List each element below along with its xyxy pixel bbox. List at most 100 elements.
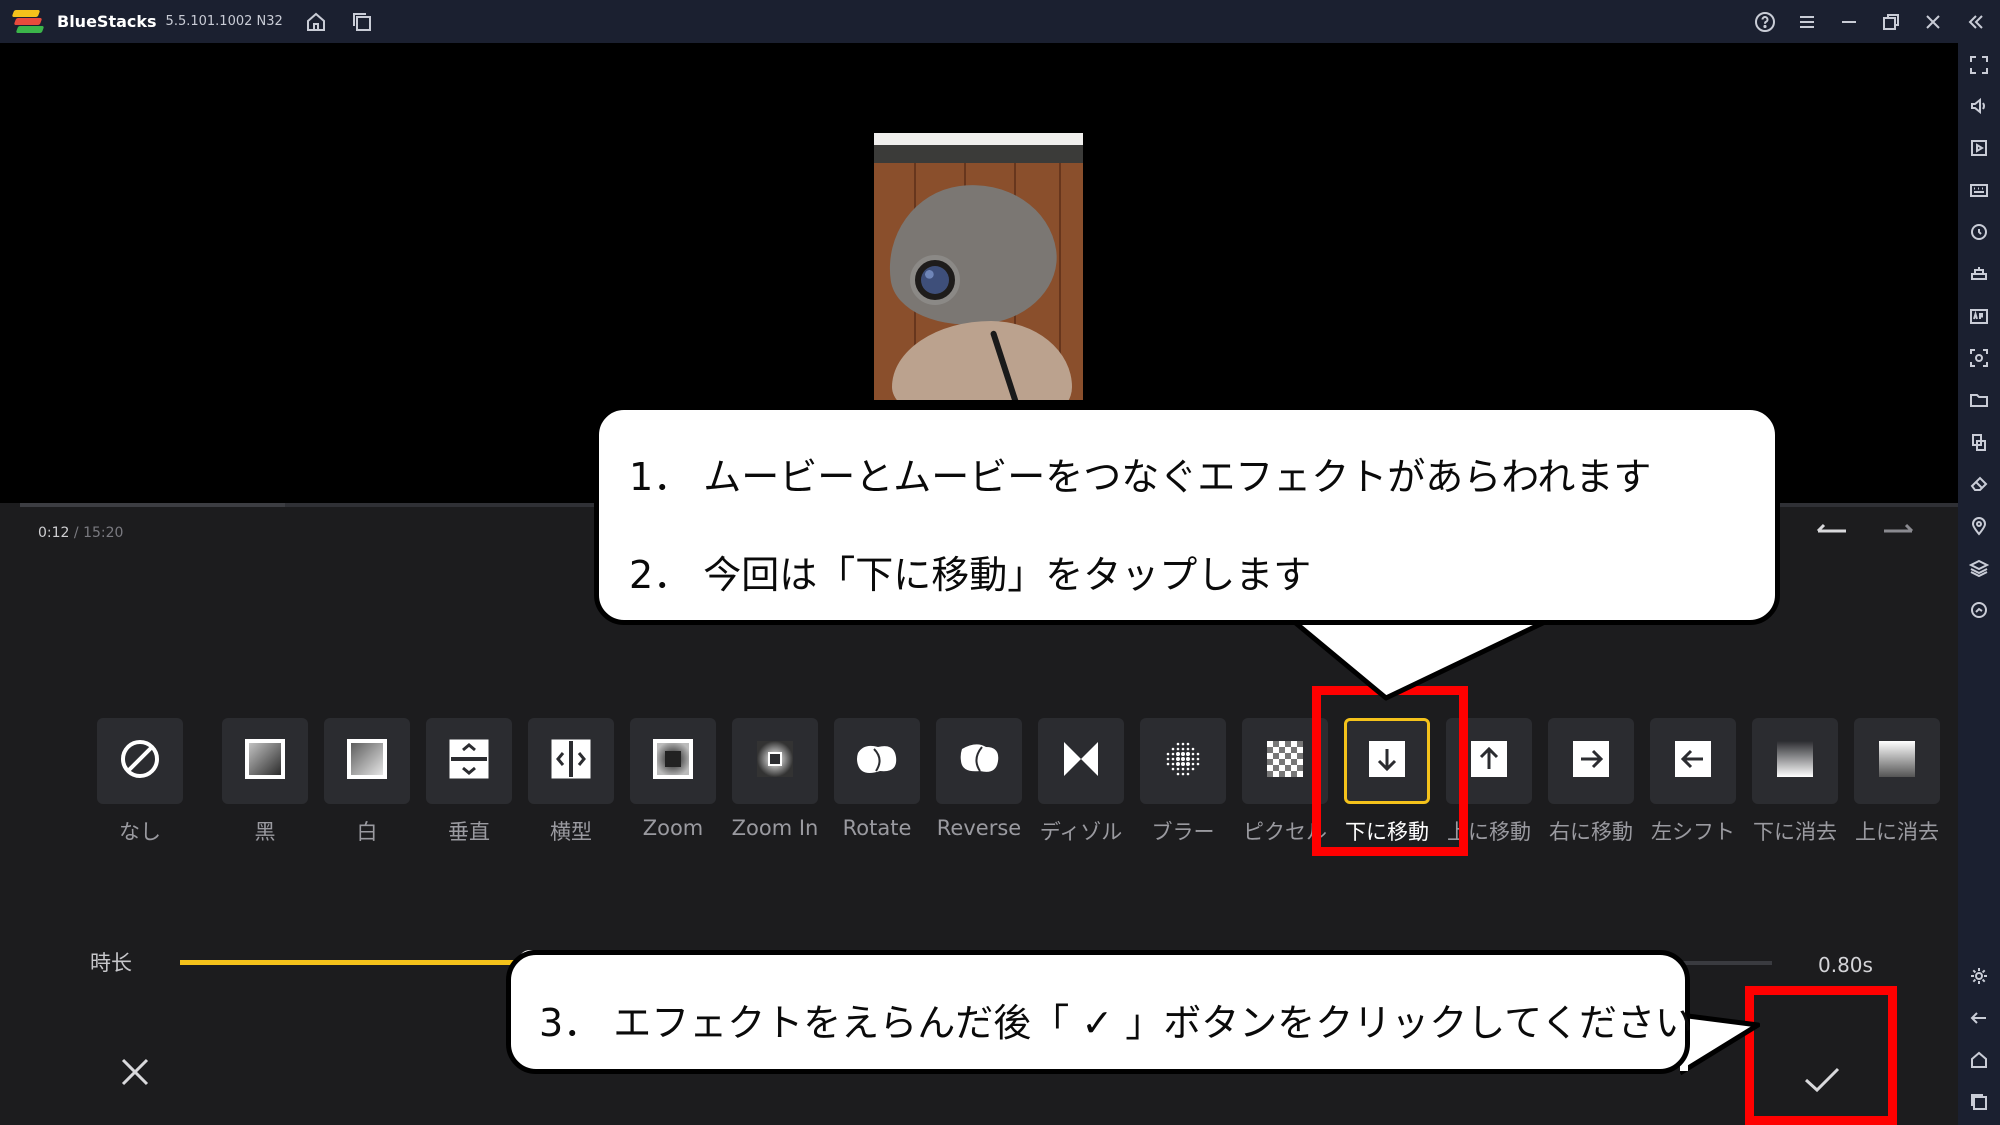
redo-icon[interactable]: [1878, 521, 1918, 545]
media-icon[interactable]: [1967, 136, 1991, 160]
collapse-sidebar-icon[interactable]: [1962, 9, 1988, 35]
right-sidebar: [1958, 43, 2000, 1125]
transition-label: 垂直: [448, 820, 490, 844]
transition-label: 上に消去: [1855, 820, 1939, 844]
transition-label: 左シフト: [1651, 820, 1735, 844]
macro-icon[interactable]: [1967, 262, 1991, 286]
transition-item[interactable]: なし: [94, 716, 186, 846]
close-window-icon[interactable]: [1920, 9, 1946, 35]
help-icon[interactable]: [1752, 9, 1778, 35]
transition-item[interactable]: 上に消去: [1851, 716, 1943, 846]
apk-icon[interactable]: [1967, 304, 1991, 328]
video-thumbnail[interactable]: [874, 133, 1083, 400]
arrow-right-icon: [1570, 738, 1612, 784]
cancel-close-icon[interactable]: [118, 1055, 152, 1089]
transition-label: 右に移動: [1549, 820, 1633, 844]
callout-bubble-step-3: 3． エフェクトをえらんだ後「 ✓ 」ボタンをクリックしてください: [506, 950, 1693, 1074]
rotate-screen-icon[interactable]: [1967, 220, 1991, 244]
transition-thumbnail[interactable]: [97, 718, 183, 804]
callout-step-2: 2． 今回は「下に移動」をタップします: [629, 553, 1312, 597]
transition-item[interactable]: Zoom In: [729, 716, 821, 846]
volume-icon[interactable]: [1967, 94, 1991, 118]
duration-value: 0.80s: [1818, 953, 1873, 977]
transition-thumbnail[interactable]: [222, 718, 308, 804]
transition-thumbnail[interactable]: [324, 718, 410, 804]
android-home-icon[interactable]: [1967, 1048, 1991, 1072]
recent-apps-icon[interactable]: [1967, 1090, 1991, 1114]
restore-icon[interactable]: [1878, 9, 1904, 35]
arrow-up-icon: [1468, 738, 1510, 784]
transition-item[interactable]: Rotate: [831, 716, 923, 846]
transition-item[interactable]: 白: [321, 716, 413, 846]
transition-thumbnail[interactable]: [528, 718, 614, 804]
keyboard-icon[interactable]: [1967, 178, 1991, 202]
menu-icon[interactable]: [1794, 9, 1820, 35]
pixel-icon: [1264, 738, 1306, 784]
copy-icon[interactable]: [1967, 430, 1991, 454]
dissolve-icon: [1060, 738, 1102, 784]
transition-item[interactable]: 左シフト: [1647, 716, 1739, 846]
settings-icon[interactable]: [1967, 964, 1991, 988]
vertical-split-icon: [448, 738, 490, 784]
folder-icon[interactable]: [1967, 388, 1991, 412]
transition-thumbnail[interactable]: [1140, 718, 1226, 804]
title-bar: BlueStacks 5.5.101.1002 N32: [0, 0, 2000, 43]
transition-item[interactable]: Zoom: [627, 716, 719, 846]
zoom-in-icon: [754, 738, 796, 784]
transition-item[interactable]: Reverse: [933, 716, 1025, 846]
wipe-up-icon: [1876, 738, 1918, 784]
transition-thumbnail[interactable]: [732, 718, 818, 804]
back-icon[interactable]: [1967, 1006, 1991, 1030]
transition-item[interactable]: 右に移動: [1545, 716, 1637, 846]
wipe-down-icon: [1774, 738, 1816, 784]
transition-item[interactable]: 黑: [219, 716, 311, 846]
home-icon[interactable]: [303, 9, 329, 35]
minimize-icon[interactable]: [1836, 9, 1862, 35]
transition-thumbnail[interactable]: [1548, 718, 1634, 804]
eco-mode-icon[interactable]: [1967, 598, 1991, 622]
bluestacks-logo-icon: [11, 9, 45, 34]
blur-icon: [1162, 738, 1204, 784]
transition-thumbnail[interactable]: [1752, 718, 1838, 804]
fade-white-icon: [346, 738, 388, 784]
callout-step-1: 1． ムービーとムービーをつなぐエフェクトがあらわれます: [629, 455, 1652, 499]
transition-item[interactable]: 下に消去: [1749, 716, 1841, 846]
fullscreen-icon[interactable]: [1967, 53, 1991, 77]
zoom-icon: [652, 738, 694, 784]
callout-1-tail: [1278, 610, 1572, 701]
eraser-icon[interactable]: [1967, 472, 1991, 496]
transition-thumbnail[interactable]: [630, 718, 716, 804]
transition-item[interactable]: ディゾル: [1035, 716, 1127, 846]
app-version: 5.5.101.1002 N32: [165, 14, 283, 29]
transition-thumbnail[interactable]: [834, 718, 920, 804]
horizontal-split-icon: [550, 738, 592, 784]
transition-label: 横型: [550, 820, 592, 844]
transition-thumbnail[interactable]: [936, 718, 1022, 804]
duration-label: 時长: [90, 951, 132, 975]
transition-item[interactable]: 横型: [525, 716, 617, 846]
screenshot-icon[interactable]: [1967, 346, 1991, 370]
location-icon[interactable]: [1967, 514, 1991, 538]
transition-list: なし黑白垂直 横型 Zoom Zoom In Rotate Reverse ディゾル ブラーピ…: [94, 716, 1944, 846]
duration-slider-fill: [180, 960, 530, 965]
transition-thumbnail[interactable]: [426, 718, 512, 804]
transition-thumbnail[interactable]: [1650, 718, 1736, 804]
timeline-progress: [20, 503, 285, 507]
transition-label: 白: [356, 820, 378, 844]
arrow-left-icon: [1672, 738, 1714, 784]
multi-instance-icon[interactable]: [349, 9, 375, 35]
layers-icon[interactable]: [1967, 556, 1991, 580]
playback-time: 0:12 / 15:20: [38, 525, 123, 541]
undo-icon[interactable]: [1812, 521, 1852, 545]
time-total: / 15:20: [69, 525, 124, 541]
transition-thumbnail[interactable]: [1038, 718, 1124, 804]
none-icon: [118, 737, 162, 785]
app-name: BlueStacks: [57, 12, 157, 31]
transition-item[interactable]: ブラー: [1137, 716, 1229, 846]
highlight-confirm-button: [1745, 986, 1897, 1125]
transition-thumbnail[interactable]: [1854, 718, 1940, 804]
callout-bubble-steps-1-2: 1． ムービーとムービーをつなぐエフェクトがあらわれます 2． 今回は「下に移動…: [594, 405, 1780, 625]
highlight-selected-transition: [1312, 686, 1468, 856]
transition-item[interactable]: 垂直: [423, 716, 515, 846]
transition-label: Zoom: [642, 816, 704, 840]
